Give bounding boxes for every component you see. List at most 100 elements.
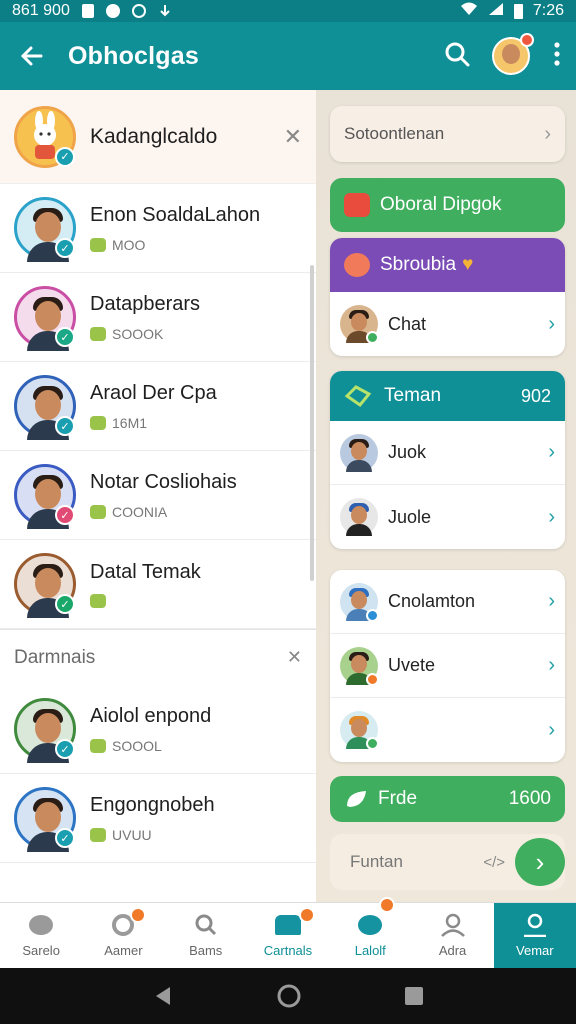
- contact-row[interactable]: ✓ Araol Der Cpa 16M1: [0, 362, 316, 451]
- contact-row[interactable]: ✓ Enon SoaldaLahon MOO: [0, 184, 316, 273]
- purple-card-header[interactable]: Sbroubia ♥: [330, 238, 565, 292]
- scrollbar[interactable]: [310, 265, 314, 581]
- notification-badge: [298, 907, 315, 923]
- chevron-right-icon: ›: [548, 312, 555, 335]
- teal-card-title: Teman: [384, 385, 442, 406]
- people-icon: [274, 913, 302, 937]
- cat-icon: [131, 4, 146, 18]
- green-action-pill[interactable]: Oboral Dipgok: [330, 178, 565, 232]
- contact-row[interactable]: ✓ Aiolol enpond SOOOL: [0, 685, 316, 774]
- list-item-label: Juole: [388, 506, 432, 527]
- verified-icon: ✓: [55, 146, 75, 167]
- file-pill-label: Frde: [378, 788, 418, 809]
- leaf-icon: [347, 791, 366, 807]
- search-icon: [445, 42, 470, 66]
- notification-badge: [379, 897, 396, 913]
- tab-sarelo[interactable]: Sarelo: [0, 903, 82, 968]
- back-button[interactable]: [14, 38, 50, 74]
- tab-label: Aamer: [104, 943, 143, 958]
- tab-aamer[interactable]: Aamer: [82, 903, 164, 968]
- contact-subtitle: SOOOK: [112, 325, 164, 342]
- sim-icon: [81, 4, 94, 18]
- section-header: Darmnais ✕: [0, 629, 316, 685]
- profile-avatar-button[interactable]: [492, 33, 534, 75]
- avatar: ✓: [14, 553, 76, 618]
- recents-square-icon[interactable]: [404, 986, 424, 1006]
- next-button[interactable]: ›: [515, 838, 565, 886]
- close-button[interactable]: ✕: [284, 124, 302, 150]
- signal-icon: [488, 2, 504, 21]
- list-item[interactable]: Chat ›: [330, 292, 565, 356]
- avatar: [340, 498, 378, 536]
- notification-badge: [130, 907, 147, 923]
- contact-row[interactable]: ✓ Datapberars SOOOK: [0, 273, 316, 362]
- heart-icon: ♥: [462, 254, 474, 275]
- footer-label: Funtan: [350, 852, 403, 871]
- avatar: [340, 582, 379, 622]
- avatar: ✓: [14, 105, 76, 168]
- tab-bams[interactable]: Bams: [165, 903, 247, 968]
- more-button[interactable]: [552, 41, 562, 72]
- file-pill[interactable]: Frde 1600: [330, 776, 565, 822]
- home-circle-icon[interactable]: [277, 984, 301, 1008]
- list-item[interactable]: Uvete ›: [330, 634, 565, 698]
- tab-lalolf[interactable]: Lalolf: [329, 897, 411, 968]
- top-card[interactable]: Sotoontlenan ›: [330, 106, 565, 162]
- avatar: [340, 433, 378, 472]
- list-item[interactable]: Cnolamton ›: [330, 570, 565, 634]
- purple-card-title: Sbroubia: [380, 254, 457, 275]
- contact-name: Araol Der Cpa: [90, 381, 217, 404]
- teal-card-count: 902: [520, 385, 551, 406]
- search-button[interactable]: [444, 41, 470, 72]
- back-triangle-icon[interactable]: [152, 985, 174, 1007]
- chevron-right-icon: ›: [548, 590, 555, 612]
- emoji-icon: [90, 738, 106, 753]
- search-icon: [195, 914, 216, 936]
- verified-icon: ✓: [55, 505, 75, 525]
- contact-row[interactable]: ✓ Notar Cosliohais COONIA: [0, 451, 316, 540]
- emoji-icon: [90, 504, 106, 519]
- contact-name: Aiolol enpond: [90, 704, 212, 727]
- tab-label: Lalolf: [354, 943, 386, 958]
- pinned-contact[interactable]: ✓ Kadanglcaldo ✕: [0, 90, 316, 184]
- message-icon: [356, 913, 384, 937]
- tab-cartnals[interactable]: Cartnals: [247, 903, 329, 968]
- tab-adra[interactable]: Adra: [411, 903, 493, 968]
- more-vert-icon: [554, 41, 560, 66]
- teal-card-header[interactable]: Teman 902: [330, 371, 565, 421]
- fox-icon: [344, 253, 370, 277]
- list-item[interactable]: Juole ›: [330, 485, 565, 549]
- app-bar: Obhoclgas: [0, 22, 576, 90]
- bottom-navigation: Sarelo Aamer Bams Cartnals Lalolf Adra V…: [0, 897, 576, 968]
- tab-label: Bams: [189, 943, 223, 958]
- list-item[interactable]: ›: [330, 698, 565, 762]
- tab-label: Sarelo: [22, 943, 60, 958]
- tab-vemar[interactable]: Vemar: [493, 903, 576, 968]
- purple-card: Sbroubia ♥ Chat ›: [330, 238, 565, 356]
- alert-icon: [105, 4, 120, 18]
- avatar: ✓: [14, 464, 76, 529]
- avatar: ✓: [14, 698, 76, 763]
- contact-name: Notar Cosliohais: [90, 470, 237, 493]
- page-title: Obhoclgas: [68, 41, 199, 70]
- list-item[interactable]: Juok ›: [330, 421, 565, 485]
- avatar: [340, 711, 379, 750]
- list-item-label: Chat: [388, 313, 427, 334]
- contact-subtitle: SOOOL: [112, 737, 162, 754]
- contact-name: Enon SoaldaLahon: [90, 203, 261, 226]
- verified-icon: ✓: [55, 594, 75, 614]
- emoji-icon: [90, 415, 106, 430]
- arrow-left-icon: [20, 46, 43, 66]
- download-icon: [158, 4, 172, 18]
- status-time: 7:26: [532, 2, 564, 19]
- contact-row[interactable]: ✓ Engongnobeh UVUU: [0, 774, 316, 863]
- contact-list: ✓ Enon SoaldaLahon MOO ✓ Datapberars SOOOK ✓ Ar…: [0, 184, 316, 629]
- verified-icon: ✓: [55, 238, 75, 258]
- pinned-contact-name: Kadanglcaldo: [90, 124, 218, 148]
- section-contact-list: ✓ Aiolol enpond SOOOL ✓ Engongnobeh UVUU: [0, 685, 316, 863]
- section-close-button[interactable]: ✕: [287, 647, 302, 668]
- avatar: ✓: [14, 787, 76, 852]
- tab-label: Adra: [438, 943, 467, 958]
- contact-row[interactable]: ✓ Datal Temak: [0, 540, 316, 629]
- emoji-icon: [90, 827, 106, 842]
